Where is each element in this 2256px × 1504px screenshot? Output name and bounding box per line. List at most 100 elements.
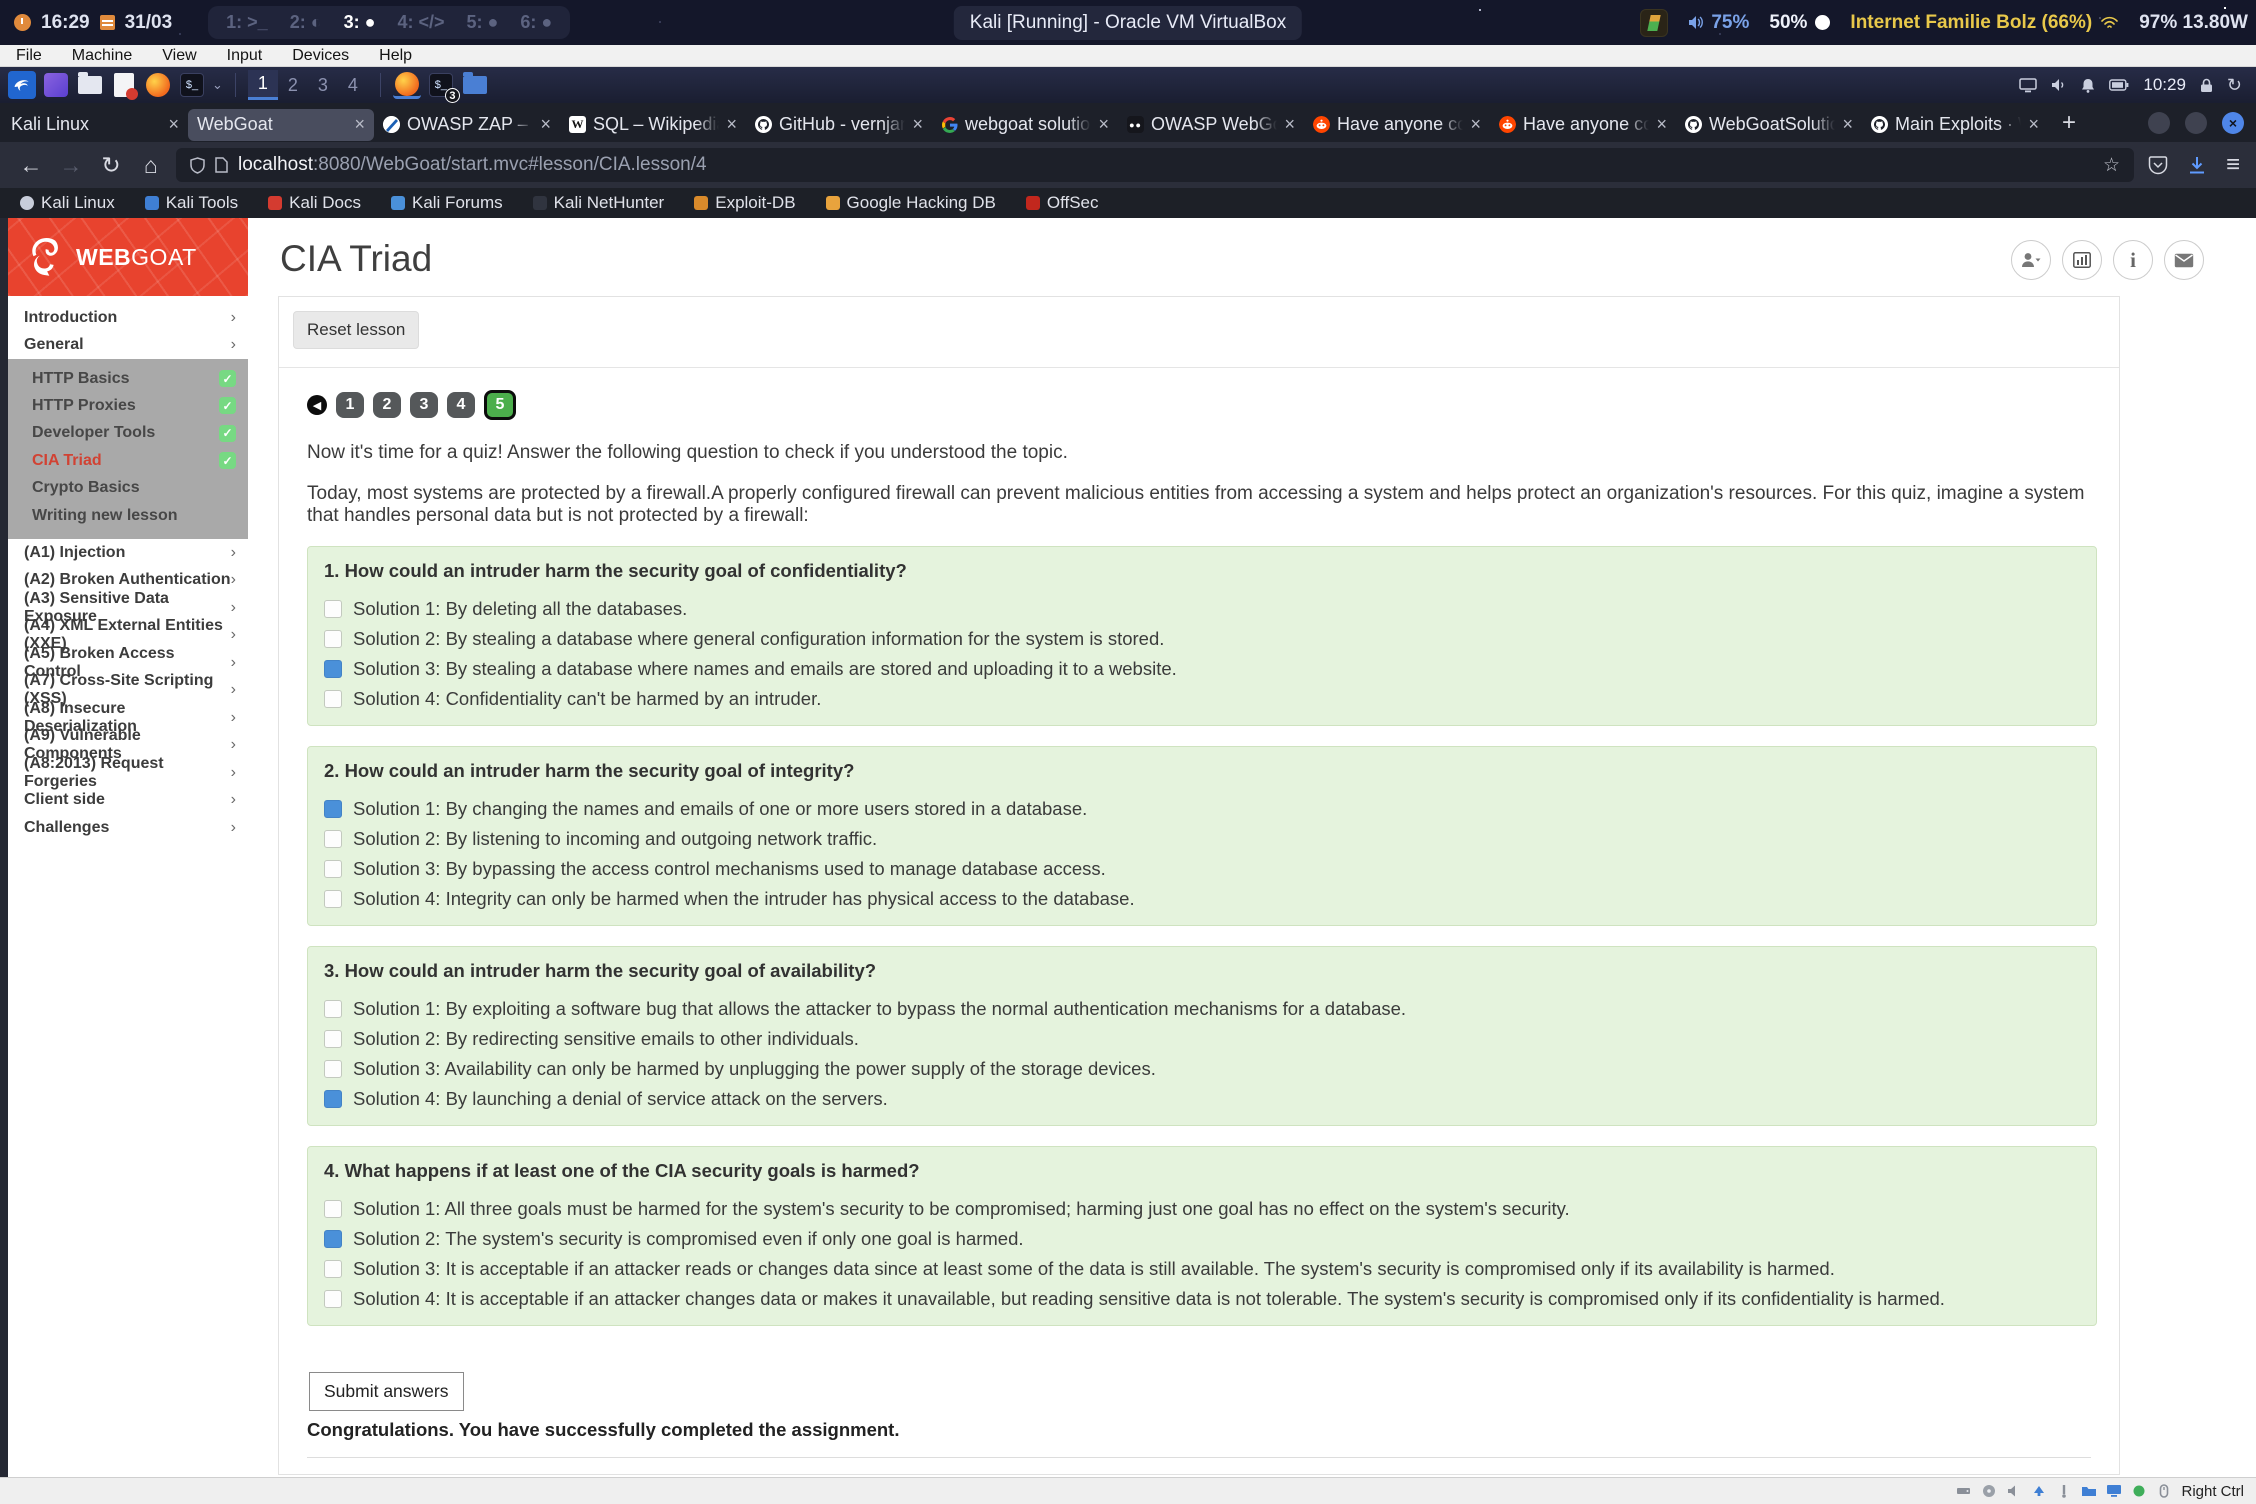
checkbox-unchecked[interactable] [324, 600, 342, 618]
launcher-dropdown-icon[interactable]: ⌄ [212, 77, 223, 93]
host-workspace[interactable]: 5: ● [467, 12, 499, 33]
display-status-icon[interactable] [2106, 1483, 2122, 1499]
vm-window-title[interactable]: Kali [Running] - Oracle VM VirtualBox [954, 6, 1302, 40]
tab-close-icon[interactable]: × [1842, 114, 1853, 135]
browser-tab[interactable]: OWASP ZAP – ZAP i× [374, 109, 560, 141]
menu-help[interactable]: Help [379, 47, 412, 65]
checkbox-unchecked[interactable] [324, 860, 342, 878]
menu-machine[interactable]: Machine [72, 47, 132, 65]
audio-status-icon[interactable] [2006, 1483, 2022, 1499]
bookmark-item[interactable]: Google Hacking DB [826, 193, 996, 213]
tab-close-icon[interactable]: × [726, 114, 737, 135]
close-window-button[interactable]: × [2222, 112, 2244, 134]
bookmark-item[interactable]: Kali Docs [268, 193, 361, 213]
battery-tray-icon[interactable] [2109, 79, 2129, 91]
bookmark-star-icon[interactable]: ☆ [2103, 154, 2120, 177]
tab-close-icon[interactable]: × [1656, 114, 1667, 135]
contact-button[interactable] [2164, 240, 2204, 280]
bookmark-item[interactable]: Exploit-DB [694, 193, 795, 213]
checkbox-unchecked[interactable] [324, 890, 342, 908]
checkbox-unchecked[interactable] [324, 1060, 342, 1078]
minimize-button[interactable] [2148, 112, 2170, 134]
browser-tab[interactable]: Have anyone comple× [1490, 109, 1676, 141]
checkbox-unchecked[interactable] [324, 1260, 342, 1278]
pager-prev-button[interactable]: ◀ [307, 395, 327, 415]
tab-close-icon[interactable]: × [168, 114, 179, 135]
forward-button[interactable]: → [56, 152, 86, 179]
reset-lesson-button[interactable]: Reset lesson [293, 311, 419, 349]
file-manager-button[interactable] [76, 71, 104, 99]
sidebar-item-a1-injection[interactable]: (A1) Injection› [8, 539, 248, 567]
bookmark-item[interactable]: Kali Tools [145, 193, 238, 213]
new-tab-button[interactable]: + [2062, 109, 2076, 137]
firefox-launcher-button[interactable] [144, 71, 172, 99]
pager-page-2[interactable]: 2 [373, 392, 401, 418]
home-button[interactable]: ⌂ [136, 152, 166, 179]
host-workspace[interactable]: 4: </> [397, 12, 444, 33]
checkbox-checked[interactable] [324, 1090, 342, 1108]
checkbox-unchecked[interactable] [324, 830, 342, 848]
brightness-indicator[interactable]: 50% [1769, 12, 1830, 34]
optical-disk-status-icon[interactable] [1981, 1483, 1997, 1499]
browser-tab[interactable]: Kali Linux× [2, 109, 188, 141]
browser-tab[interactable]: WebGoatSolutions/S× [1676, 109, 1862, 141]
shield-icon[interactable] [190, 157, 205, 174]
checkbox-checked[interactable] [324, 660, 342, 678]
url-bar[interactable]: localhost:8080/WebGoat/start.mvc#lesson/… [176, 148, 2134, 182]
text-editor-button[interactable] [110, 71, 138, 99]
sidebar-item-http-basics[interactable]: HTTP Basics✓ [8, 359, 248, 392]
audio-tray-icon[interactable] [2051, 78, 2067, 92]
checkbox-checked[interactable] [324, 1230, 342, 1248]
browser-tab[interactable]: GitHub - vernjan/we× [746, 109, 932, 141]
terminal-window-button[interactable]: $_ 3 [427, 71, 455, 99]
menu-file[interactable]: File [16, 47, 42, 65]
volume-indicator[interactable]: 75% [1688, 12, 1749, 34]
browser-tab[interactable]: ●●OWASP WebGoat: G× [1118, 109, 1304, 141]
logout-icon[interactable]: ↻ [2227, 75, 2242, 96]
checkbox-unchecked[interactable] [324, 1290, 342, 1308]
sidebar-item-writing-new-lesson[interactable]: Writing new lesson [8, 502, 248, 539]
tray-app-icon[interactable] [1640, 9, 1668, 37]
host-workspace[interactable]: 3: ● [344, 12, 376, 33]
network-status-icon[interactable] [2031, 1483, 2047, 1499]
checkbox-unchecked[interactable] [324, 1000, 342, 1018]
sidebar-item-general[interactable]: General› [8, 332, 248, 360]
checkbox-unchecked[interactable] [324, 1200, 342, 1218]
about-button[interactable]: i [2113, 240, 2153, 280]
browser-tab[interactable]: Have anyone comple× [1304, 109, 1490, 141]
pager-page-5[interactable]: 5 [484, 390, 516, 420]
taskbar-workspace-3[interactable]: 3 [308, 70, 338, 100]
taskbar-workspace-2[interactable]: 2 [278, 70, 308, 100]
browser-tab[interactable]: WebGoat× [188, 109, 374, 141]
taskbar-workspace-1[interactable]: 1 [248, 70, 278, 100]
pager-page-4[interactable]: 4 [447, 392, 475, 418]
kali-menu-button[interactable] [8, 71, 36, 99]
menu-hamburger-icon[interactable]: ≡ [2226, 151, 2240, 179]
pager-page-3[interactable]: 3 [410, 392, 438, 418]
page-info-icon[interactable] [215, 157, 228, 173]
mouse-integration-status-icon[interactable] [2156, 1483, 2172, 1499]
reload-button[interactable]: ↻ [96, 152, 126, 179]
shared-folder-status-icon[interactable] [2081, 1483, 2097, 1499]
host-workspace[interactable]: 6: ● [520, 12, 552, 33]
sidebar-item-crypto-basics[interactable]: Crypto Basics [8, 475, 248, 503]
downloads-icon[interactable] [2188, 156, 2206, 175]
tab-close-icon[interactable]: × [540, 114, 551, 135]
host-workspace[interactable]: 1: >_ [226, 12, 268, 33]
sidebar-item-challenges[interactable]: Challenges› [8, 814, 248, 842]
sidebar-item-introduction[interactable]: Introduction› [8, 304, 248, 332]
notification-bell-icon[interactable] [2081, 78, 2095, 93]
guest-clock[interactable]: 10:29 [2143, 75, 2186, 95]
sidebar-item-developer-tools[interactable]: Developer Tools✓ [8, 420, 248, 448]
sidebar-item-cia-triad[interactable]: CIA Triad✓ [8, 447, 248, 475]
usb-status-icon[interactable] [2056, 1483, 2072, 1499]
bookmark-item[interactable]: Kali Linux [20, 193, 115, 213]
tab-close-icon[interactable]: × [912, 114, 923, 135]
network-indicator[interactable]: Internet Familie Bolz (66%) [1850, 12, 2119, 34]
url-text[interactable]: localhost:8080/WebGoat/start.mvc#lesson/… [238, 154, 707, 176]
display-tray-icon[interactable] [2019, 78, 2037, 93]
checkbox-unchecked[interactable] [324, 630, 342, 648]
checkbox-unchecked[interactable] [324, 690, 342, 708]
battery-indicator[interactable]: 97% 13.80W [2139, 12, 2248, 34]
tab-close-icon[interactable]: × [354, 114, 365, 135]
